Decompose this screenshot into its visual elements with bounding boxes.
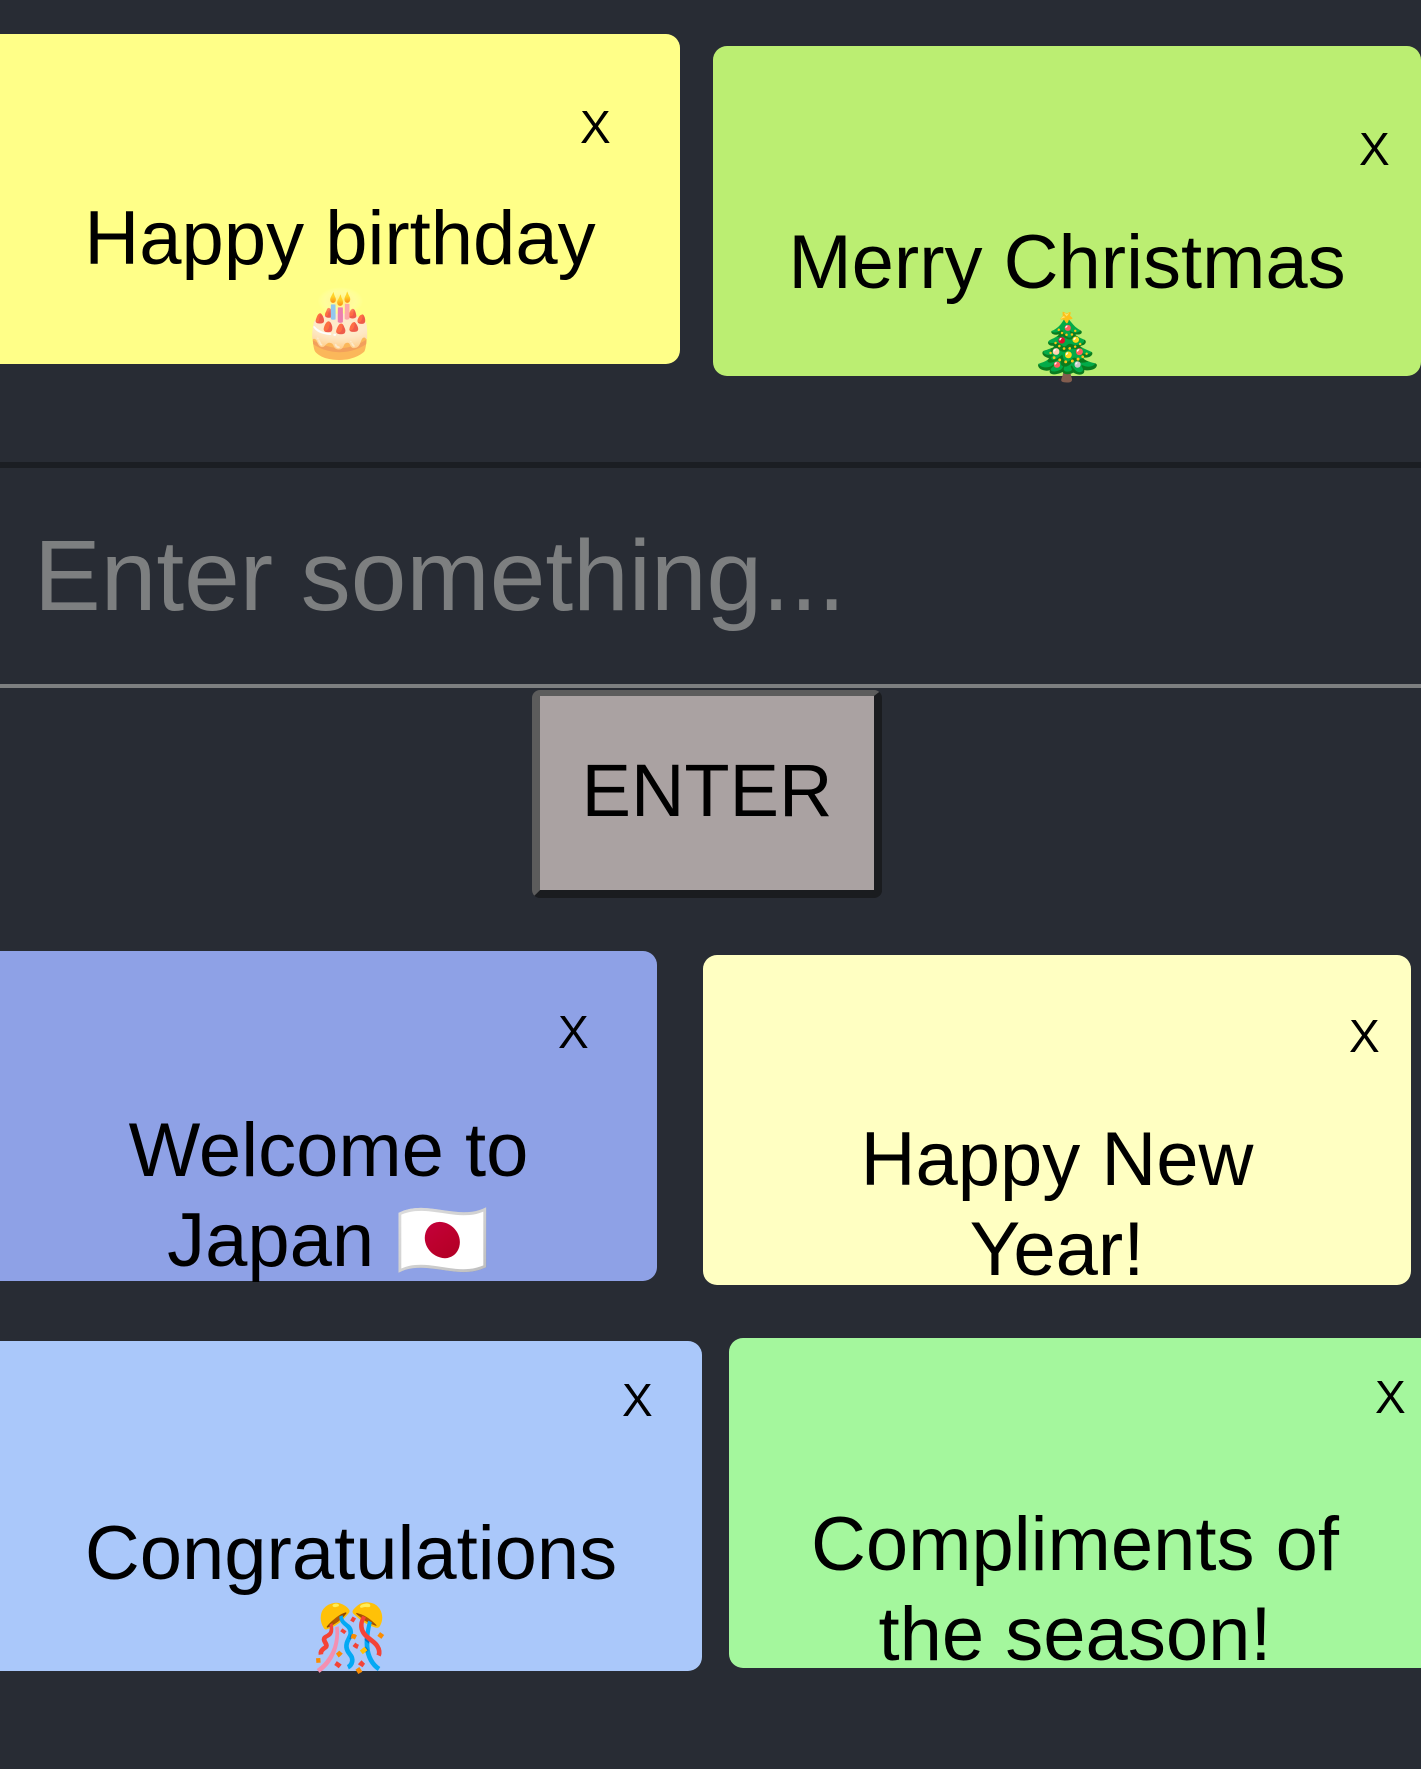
note-text: Happy birthday xyxy=(84,196,596,281)
note-close-button[interactable]: X xyxy=(622,1377,653,1423)
message-input[interactable] xyxy=(0,468,1421,688)
note-happy-new-year: X Happy New Year! xyxy=(703,955,1411,1292)
christmas-tree-icon: 🎄 xyxy=(1027,311,1107,385)
confetti-icon: 🎊 xyxy=(311,1602,391,1676)
note-text: Merry Christmas xyxy=(788,220,1346,305)
note-text: Welcome to Japan 🇯🇵 xyxy=(128,1108,529,1283)
note-merry-christmas: X Merry Christmas 🎄 xyxy=(713,46,1421,385)
note-text: Compliments of the season! xyxy=(811,1502,1339,1677)
note-welcome-to-japan: X Welcome to Japan 🇯🇵 xyxy=(0,951,657,1283)
note-text: Congratulations xyxy=(84,1511,618,1596)
note-text: Happy New Year! xyxy=(860,1117,1254,1292)
note-happy-birthday: X Happy birthday 🎂 xyxy=(0,34,680,364)
enter-button[interactable]: ENTER xyxy=(532,690,882,898)
birthday-cake-icon: 🎂 xyxy=(300,287,380,361)
note-congratulations: X Congratulations 🎊 xyxy=(0,1341,702,1676)
note-compliments-of-the-season: X Compliments of the season! xyxy=(729,1338,1421,1677)
